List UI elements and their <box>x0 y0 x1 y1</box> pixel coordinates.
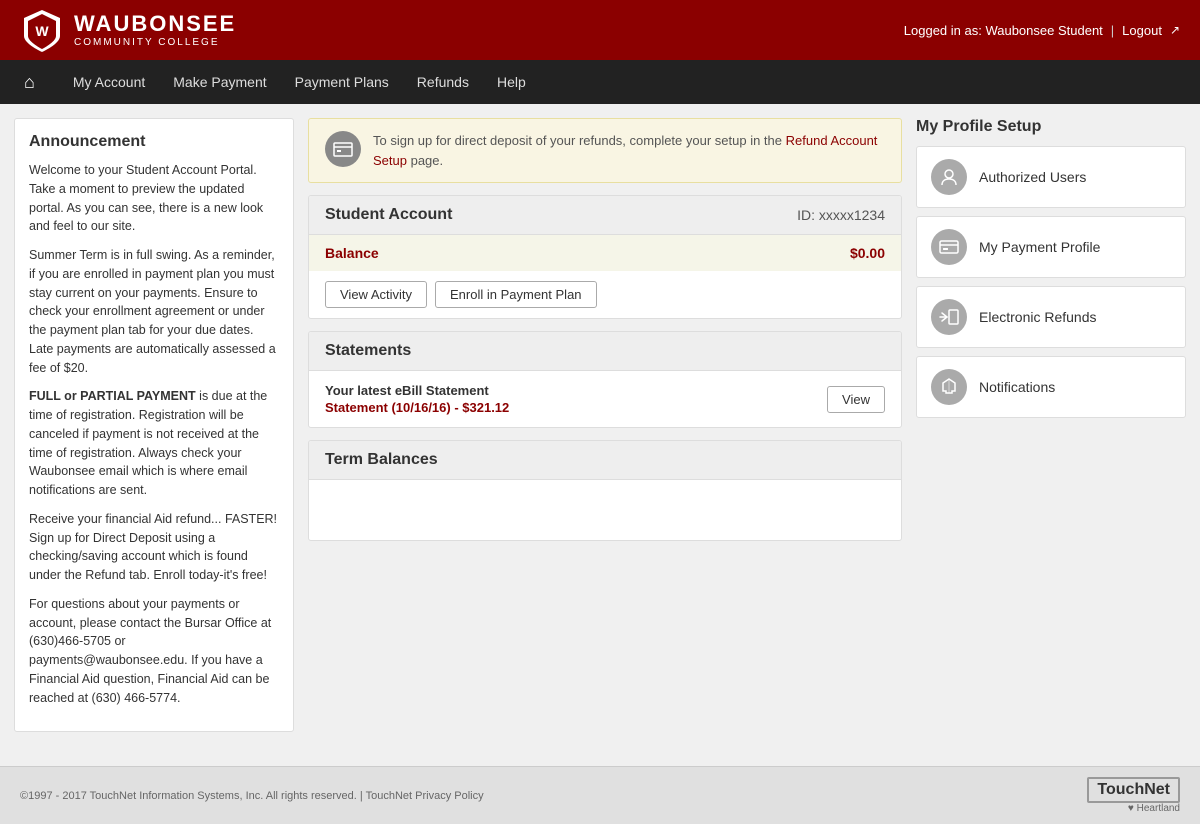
deposit-icon <box>325 131 361 167</box>
home-icon[interactable]: ⌂ <box>16 62 43 103</box>
balance-amount: $0.00 <box>850 245 885 261</box>
direct-deposit-notice: To sign up for direct deposit of your re… <box>308 118 902 183</box>
announcement-p1: Welcome to your Student Account Portal. … <box>29 161 279 236</box>
electronic-refunds-label: Electronic Refunds <box>979 309 1097 325</box>
student-account-title: Student Account <box>325 206 452 224</box>
term-balances-header: Term Balances <box>309 441 901 480</box>
statements-title: Statements <box>325 342 411 360</box>
authorized-users-label: Authorized Users <box>979 169 1086 185</box>
statements-body: Your latest eBill Statement Statement (1… <box>309 371 901 427</box>
statement-latest-label: Your latest eBill Statement <box>325 383 509 398</box>
main-panel: To sign up for direct deposit of your re… <box>308 118 902 732</box>
authorized-users-icon <box>931 159 967 195</box>
electronic-refunds-item[interactable]: Electronic Refunds <box>916 286 1186 348</box>
notice-text: To sign up for direct deposit of your re… <box>373 131 885 170</box>
electronic-refunds-icon <box>931 299 967 335</box>
balance-label: Balance <box>325 245 379 261</box>
term-balances-body <box>309 480 901 540</box>
authorized-users-item[interactable]: Authorized Users <box>916 146 1186 208</box>
student-id: ID: xxxxx1234 <box>797 207 885 223</box>
term-balances-card: Term Balances <box>308 440 902 541</box>
balance-row: Balance $0.00 <box>309 235 901 271</box>
nav-bar: ⌂ My Account Make Payment Payment Plans … <box>0 60 1200 104</box>
nav-my-account[interactable]: My Account <box>59 62 159 102</box>
student-account-header: Student Account ID: xxxxx1234 <box>309 196 901 235</box>
statement-info: Your latest eBill Statement Statement (1… <box>325 383 509 415</box>
nav-payment-plans[interactable]: Payment Plans <box>281 62 403 102</box>
statements-card: Statements Your latest eBill Statement S… <box>308 331 902 428</box>
logged-in-text: Logged in as: Waubonsee Student <box>904 23 1103 38</box>
statement-link[interactable]: Statement (10/16/16) - $321.12 <box>325 400 509 415</box>
announcement-p5: For questions about your payments or acc… <box>29 595 279 708</box>
logo-area: W WAUBONSEE COMMUNITY COLLEGE <box>20 8 236 52</box>
right-sidebar: My Profile Setup Authorized Users My Pay… <box>916 118 1186 732</box>
footer-copyright: ©1997 - 2017 TouchNet Information System… <box>20 790 484 802</box>
page-content: Announcement Welcome to your Student Acc… <box>0 104 1200 746</box>
announcement-panel: Announcement Welcome to your Student Acc… <box>14 118 294 732</box>
view-statement-button[interactable]: View <box>827 386 885 413</box>
refund-setup-link[interactable]: Refund Account Setup <box>373 133 877 168</box>
waubonsee-logo-icon: W <box>20 8 64 52</box>
bold-payment-text: FULL or PARTIAL PAYMENT <box>29 389 196 403</box>
student-account-card: Student Account ID: xxxxx1234 Balance $0… <box>308 195 902 319</box>
nav-make-payment[interactable]: Make Payment <box>159 62 280 102</box>
touchnet-brand-name: TouchNet <box>1087 777 1180 803</box>
svg-text:W: W <box>35 23 49 39</box>
college-name: WAUBONSEE <box>74 11 236 37</box>
logout-arrow-icon: ↗ <box>1170 23 1180 37</box>
announcement-title: Announcement <box>29 133 279 151</box>
logo-text: WAUBONSEE COMMUNITY COLLEGE <box>74 11 236 49</box>
statement-row: Your latest eBill Statement Statement (1… <box>325 383 885 415</box>
enroll-payment-plan-button[interactable]: Enroll in Payment Plan <box>435 281 597 308</box>
statements-header: Statements <box>309 332 901 371</box>
nav-help[interactable]: Help <box>483 62 540 102</box>
notifications-icon <box>931 369 967 405</box>
header-divider: | <box>1111 23 1114 38</box>
term-balances-title: Term Balances <box>325 451 885 469</box>
view-activity-button[interactable]: View Activity <box>325 281 427 308</box>
logout-link[interactable]: Logout <box>1122 23 1162 38</box>
college-subtitle: COMMUNITY COLLEGE <box>74 37 236 49</box>
announcement-p2: Summer Term is in full swing. As a remin… <box>29 246 279 377</box>
notifications-label: Notifications <box>979 379 1055 395</box>
profile-setup-title: My Profile Setup <box>916 118 1186 136</box>
touchnet-logo: TouchNet ♥ Heartland <box>1087 777 1180 814</box>
notifications-item[interactable]: Notifications <box>916 356 1186 418</box>
header-right: Logged in as: Waubonsee Student | Logout… <box>904 23 1180 38</box>
footer: ©1997 - 2017 TouchNet Information System… <box>0 766 1200 824</box>
announcement-p3: FULL or PARTIAL PAYMENT is due at the ti… <box>29 387 279 500</box>
top-header: W WAUBONSEE COMMUNITY COLLEGE Logged in … <box>0 0 1200 60</box>
payment-profile-item[interactable]: My Payment Profile <box>916 216 1186 278</box>
nav-refunds[interactable]: Refunds <box>403 62 483 102</box>
touchnet-sub: ♥ Heartland <box>1128 803 1180 814</box>
account-actions: View Activity Enroll in Payment Plan <box>309 271 901 318</box>
payment-profile-icon <box>931 229 967 265</box>
announcement-p4: Receive your financial Aid refund... FAS… <box>29 510 279 585</box>
payment-profile-label: My Payment Profile <box>979 239 1100 255</box>
